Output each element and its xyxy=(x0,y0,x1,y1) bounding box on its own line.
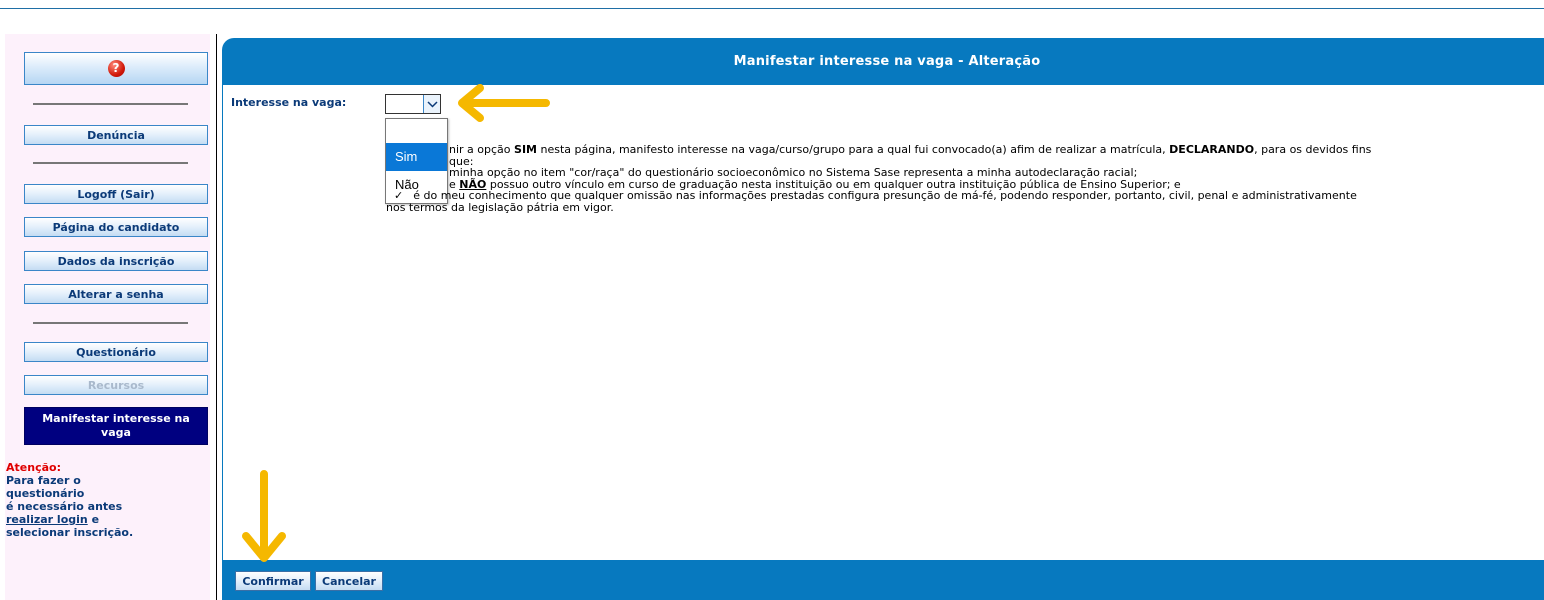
help-button[interactable]: ? xyxy=(24,52,208,85)
sidebar-item-logoff[interactable]: Logoff (Sair) xyxy=(24,184,208,204)
declaration-text: nir a opção SIM nesta página, manifesto … xyxy=(386,144,1372,213)
attention-line: questionário xyxy=(6,487,85,500)
interesse-select[interactable] xyxy=(385,94,441,114)
attention-title: Atenção: xyxy=(6,461,61,474)
panel-title: Manifestar interesse na vaga - Alteração xyxy=(222,38,1544,84)
sidebar-item-pagina-candidato[interactable]: Página do candidato xyxy=(24,217,208,237)
attention-line: é necessário antes xyxy=(6,500,123,513)
sidebar-item-alterar-senha[interactable]: Alterar a senha xyxy=(24,284,208,304)
cancel-button[interactable]: Cancelar xyxy=(315,571,383,591)
realizar-login-link[interactable]: realizar login xyxy=(6,513,88,526)
help-icon: ? xyxy=(107,60,125,77)
sidebar-item-dados-inscricao[interactable]: Dados da inscrição xyxy=(24,251,208,271)
attention-note: Atenção: Para fazer o questionário é nec… xyxy=(6,461,211,539)
top-rule xyxy=(0,8,1544,9)
arrow-down-icon xyxy=(242,470,286,562)
sidebar-item-recursos: Recursos xyxy=(24,375,208,395)
sidebar-divider xyxy=(216,34,217,600)
dropdown-option-empty[interactable] xyxy=(386,119,447,143)
sidebar-item-denuncia[interactable]: Denúncia xyxy=(24,125,208,145)
interesse-label: Interesse na vaga: xyxy=(231,96,347,109)
attention-line: Para fazer o xyxy=(6,474,81,487)
panel-footer xyxy=(222,560,1544,600)
separator xyxy=(33,162,188,164)
separator xyxy=(33,103,188,105)
arrow-left-icon xyxy=(458,84,550,122)
sidebar-item-manifestar-interesse[interactable]: Manifestar interesse na vaga xyxy=(24,407,208,445)
confirm-button[interactable]: Confirmar xyxy=(235,571,311,591)
sidebar-item-questionario[interactable]: Questionário xyxy=(24,342,208,362)
attention-line: selecionar inscrição. xyxy=(6,526,134,539)
separator xyxy=(33,322,188,324)
attention-line: e xyxy=(87,513,100,526)
chevron-down-icon[interactable] xyxy=(423,95,440,113)
